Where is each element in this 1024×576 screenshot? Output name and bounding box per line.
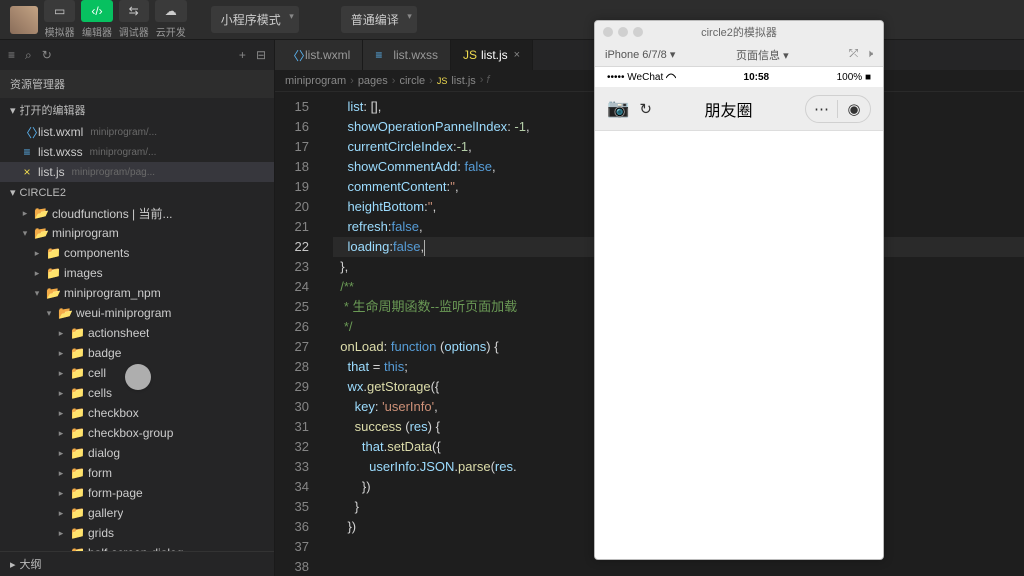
breadcrumb-item[interactable]: miniprogram — [285, 75, 346, 87]
file-icon: 〈〉 — [287, 47, 299, 64]
fld-icon: 📂 — [34, 226, 48, 240]
max-dot[interactable] — [633, 27, 643, 37]
tree-item[interactable]: ▸📁dialog — [0, 443, 274, 463]
breadcrumb-item[interactable]: circle — [399, 75, 425, 87]
collapse-icon[interactable]: ⊟ — [256, 48, 266, 62]
open-file-item[interactable]: ≡list.wxssminiprogram/... — [0, 142, 274, 162]
device-select[interactable]: iPhone 6/7/8 ▾ — [605, 48, 675, 61]
fldc-icon: 📁 — [46, 266, 60, 280]
fldc-icon: 📁 — [70, 426, 84, 440]
fldc-icon: 📁 — [70, 406, 84, 420]
breadcrumb-item[interactable]: list.js — [451, 75, 475, 87]
project-section[interactable]: ▾CIRCLE2 — [0, 182, 274, 203]
simulator-titlebar[interactable]: circle2的模拟器 — [595, 21, 883, 43]
menu-icon[interactable]: ≡ — [8, 48, 15, 62]
tree-item[interactable]: ▸📁form-page — [0, 483, 274, 503]
file-icon: × — [20, 165, 34, 179]
avatar[interactable] — [10, 6, 38, 34]
fldc-icon: 📁 — [70, 486, 84, 500]
tree-item[interactable]: ▸📁images — [0, 263, 274, 283]
sidebar: ≡ ⌕ ↻ + ⊟ 资源管理器 ▾打开的编辑器 〈〉list.wxmlminip… — [0, 40, 275, 576]
capsule-close-icon[interactable]: ◉ — [838, 100, 870, 118]
simulator-toggle[interactable]: ▭ — [44, 0, 75, 22]
mode-select[interactable]: 小程序模式 — [211, 6, 299, 33]
cursor-ghost — [125, 364, 151, 390]
tree-item[interactable]: ▸📂cloudfunctions | 当前... — [0, 203, 274, 223]
phone-body[interactable] — [595, 131, 883, 559]
battery: 100% ■ — [837, 72, 871, 83]
capsule-menu-icon[interactable]: ⋯ — [806, 100, 838, 118]
clock: 10:58 — [676, 72, 837, 83]
new-file-icon[interactable]: + — [239, 48, 246, 62]
tree-item[interactable]: ▾📂miniprogram_npm — [0, 283, 274, 303]
editor-tab[interactable]: JSlist.js× — [451, 40, 533, 70]
editor-tab[interactable]: 〈〉list.wxml — [275, 40, 363, 70]
cloud-label: 云开发 — [156, 24, 186, 39]
simulator-label: 模拟器 — [45, 24, 75, 39]
tree-item[interactable]: ▸📁components — [0, 243, 274, 263]
file-icon: ≡ — [20, 145, 34, 159]
simulator-window: circle2的模拟器 iPhone 6/7/8 ▾ 页面信息 ▾ ⤱ 🕨 ••… — [594, 20, 884, 560]
tree-item[interactable]: ▸📁checkbox-group — [0, 423, 274, 443]
sidebar-toolbar: ≡ ⌕ ↻ + ⊟ — [0, 40, 274, 70]
phone-status-bar: ••••• WeChat 10:58 100% ■ — [595, 67, 883, 87]
tree-item[interactable]: ▾📂miniprogram — [0, 223, 274, 243]
fldc-icon: 📁 — [70, 506, 84, 520]
simulator-title: circle2的模拟器 — [701, 24, 777, 40]
tree-item[interactable]: ▸📁form — [0, 463, 274, 483]
page-info[interactable]: 页面信息 ▾ — [675, 47, 849, 63]
fld-icon: 📂 — [46, 286, 60, 300]
cloud-toggle[interactable]: ☁ — [155, 0, 187, 22]
explorer-header: 资源管理器 — [0, 70, 274, 98]
nav-title: 朋友圈 — [652, 97, 805, 121]
open-file-item[interactable]: 〈〉list.wxmlminiprogram/... — [0, 122, 274, 142]
fldc-icon: 📁 — [70, 526, 84, 540]
tree-item[interactable]: ▸📁gallery — [0, 503, 274, 523]
fldc-icon: 📁 — [70, 386, 84, 400]
fldc-icon: 📁 — [70, 326, 84, 340]
debugger-label: 调试器 — [119, 24, 149, 39]
compile-select[interactable]: 普通编译 — [341, 6, 417, 33]
close-icon[interactable]: × — [514, 49, 520, 61]
tree-item[interactable]: ▸📁half-screen-dialog — [0, 543, 274, 551]
fldc-icon: 📁 — [70, 446, 84, 460]
reload-icon[interactable]: ↻ — [639, 100, 652, 118]
file-icon: JS — [463, 48, 475, 62]
open-file-item[interactable]: ×list.jsminiprogram/pag... — [0, 162, 274, 182]
pin-icon[interactable]: ⤱ — [849, 48, 858, 61]
breadcrumb-item[interactable]: pages — [358, 75, 388, 87]
editor-toggle[interactable]: ‹/› — [81, 0, 112, 22]
search-icon[interactable]: ⌕ — [25, 48, 32, 63]
capsule[interactable]: ⋯◉ — [805, 95, 871, 123]
refresh-icon[interactable]: ↻ — [42, 48, 52, 62]
close-dot[interactable] — [603, 27, 613, 37]
editor-tab[interactable]: ≡list.wxss — [363, 40, 451, 70]
tree-item[interactable]: ▸📁checkbox — [0, 403, 274, 423]
mute-icon[interactable]: 🕨 — [866, 48, 873, 61]
tree-item[interactable]: ▸📁grids — [0, 523, 274, 543]
fld-icon: 📂 — [58, 306, 72, 320]
fldc-icon: 📁 — [46, 246, 60, 260]
fldc-icon: 📁 — [70, 346, 84, 360]
line-gutter: 1516171819202122232425262728293031323334… — [275, 92, 323, 576]
file-icon: ≡ — [375, 48, 387, 62]
fldc-icon: 📁 — [70, 466, 84, 480]
phone-nav-bar: 📷 ↻ 朋友圈 ⋯◉ — [595, 87, 883, 131]
tree-item[interactable]: ▾📂weui-miniprogram — [0, 303, 274, 323]
outline-section[interactable]: ▸大纲 — [0, 551, 274, 576]
debugger-toggle[interactable]: ⇆ — [119, 0, 149, 22]
tree-item[interactable]: ▸📁actionsheet — [0, 323, 274, 343]
tree-item[interactable]: ▸📁badge — [0, 343, 274, 363]
simulator-info: iPhone 6/7/8 ▾ 页面信息 ▾ ⤱ 🕨 — [595, 43, 883, 67]
editor-label: 编辑器 — [82, 24, 112, 39]
open-editors-section[interactable]: ▾打开的编辑器 — [0, 98, 274, 122]
fldc-icon: 📁 — [70, 366, 84, 380]
carrier: ••••• WeChat — [607, 72, 676, 83]
camera-icon[interactable]: 📷 — [607, 98, 629, 119]
fld-icon: 📂 — [34, 206, 48, 220]
file-icon: 〈〉 — [20, 124, 34, 141]
min-dot[interactable] — [618, 27, 628, 37]
